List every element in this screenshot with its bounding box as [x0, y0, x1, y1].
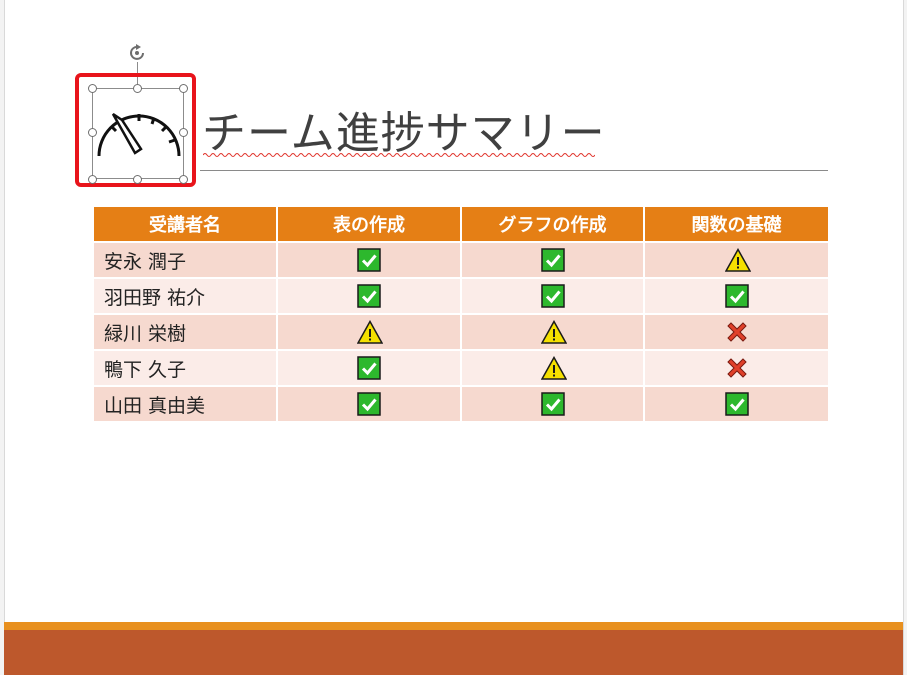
- resize-handle-top-right[interactable]: [179, 84, 188, 93]
- table-header-row: 受講者名 表の作成 グラフの作成 関数の基礎: [94, 207, 828, 243]
- status-cell[interactable]: [277, 242, 462, 279]
- warning-icon: [540, 320, 567, 344]
- spellcheck-underline: [203, 153, 595, 157]
- header-table-creation[interactable]: 表の作成: [277, 207, 462, 243]
- table-row: 羽田野 祐介: [94, 278, 828, 315]
- check-icon: [357, 356, 381, 380]
- resize-handle-top-left[interactable]: [88, 84, 97, 93]
- header-chart-creation[interactable]: グラフの作成: [461, 207, 645, 243]
- status-cell[interactable]: [277, 350, 462, 387]
- header-function-basics[interactable]: 関数の基礎: [644, 207, 828, 243]
- warning-icon: [540, 356, 567, 380]
- student-name-cell[interactable]: 羽田野 祐介: [94, 278, 278, 315]
- footer-bar: [4, 630, 903, 675]
- status-cell[interactable]: [277, 314, 462, 351]
- status-cell[interactable]: [644, 350, 828, 387]
- status-cell[interactable]: [461, 386, 645, 423]
- check-icon: [357, 284, 381, 308]
- cross-icon: [725, 356, 749, 380]
- header-name[interactable]: 受講者名: [94, 207, 278, 243]
- status-cell[interactable]: [644, 278, 828, 315]
- status-cell[interactable]: [461, 242, 645, 279]
- resize-handle-top[interactable]: [133, 84, 142, 93]
- rotate-handle-icon[interactable]: [127, 44, 149, 68]
- resize-handle-left[interactable]: [88, 128, 97, 137]
- student-name-cell[interactable]: 緑川 栄樹: [94, 314, 278, 351]
- status-cell[interactable]: [277, 386, 462, 423]
- status-cell[interactable]: [461, 350, 645, 387]
- student-name-cell[interactable]: 山田 真由美: [94, 386, 278, 423]
- status-cell[interactable]: [644, 314, 828, 351]
- check-icon: [724, 284, 749, 308]
- footer-accent-line: [4, 622, 903, 630]
- cross-icon: [725, 320, 749, 344]
- check-icon: [724, 392, 749, 416]
- student-name-cell[interactable]: 安永 潤子: [94, 242, 278, 279]
- warning-icon: [724, 248, 751, 272]
- slide-left-edge: [0, 0, 5, 675]
- status-cell[interactable]: [644, 386, 828, 423]
- status-cell[interactable]: [644, 242, 828, 279]
- resize-handle-bottom[interactable]: [133, 175, 142, 184]
- student-name-cell[interactable]: 鴨下 久子: [94, 350, 278, 387]
- table-row: 安永 潤子: [94, 242, 828, 279]
- table-row: 鴨下 久子: [94, 350, 828, 387]
- status-cell[interactable]: [277, 278, 462, 315]
- resize-handle-bottom-left[interactable]: [88, 175, 97, 184]
- status-cell[interactable]: [461, 314, 645, 351]
- check-icon: [540, 284, 565, 308]
- resize-handle-right[interactable]: [179, 128, 188, 137]
- check-icon: [540, 248, 565, 272]
- title-divider: [200, 170, 828, 171]
- check-icon: [357, 392, 381, 416]
- speedometer-icon[interactable]: [96, 100, 182, 160]
- warning-icon: [357, 320, 383, 344]
- table-row: 山田 真由美: [94, 386, 828, 423]
- table-row: 緑川 栄樹: [94, 314, 828, 351]
- check-icon: [357, 248, 381, 272]
- status-cell[interactable]: [461, 278, 645, 315]
- progress-table[interactable]: 受講者名 表の作成 グラフの作成 関数の基礎 安永 潤子 羽田野 祐介 緑川 栄樹鴨…: [94, 207, 828, 423]
- check-icon: [540, 392, 565, 416]
- resize-handle-bottom-right[interactable]: [179, 175, 188, 184]
- slide-right-edge: [903, 0, 907, 675]
